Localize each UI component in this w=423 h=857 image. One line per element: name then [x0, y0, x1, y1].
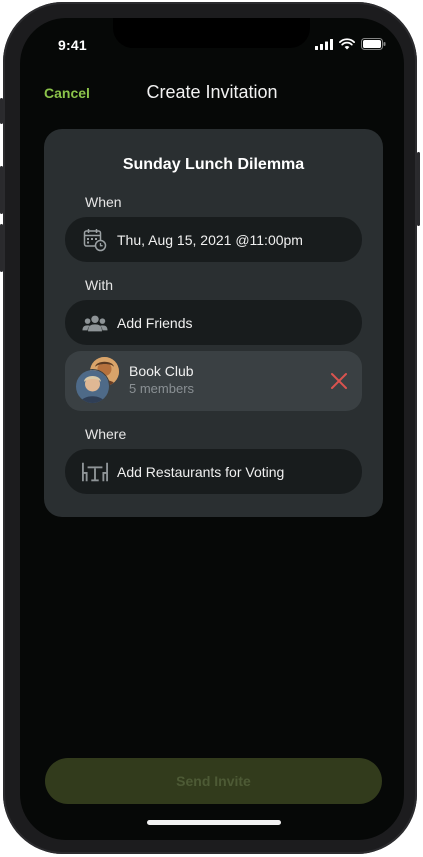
wifi-icon	[339, 38, 355, 50]
add-restaurants-label: Add Restaurants for Voting	[117, 463, 285, 480]
restaurant-table-icon	[82, 459, 108, 485]
people-icon	[82, 310, 108, 336]
group-member-count: 5 members	[129, 381, 195, 396]
power-button	[417, 152, 420, 226]
avatar	[75, 369, 110, 404]
volume-down-button	[0, 224, 3, 272]
date-time-value: Thu, Aug 15, 2021 @11:00pm	[117, 231, 303, 248]
notch	[113, 18, 310, 48]
calendar-clock-icon	[82, 227, 108, 253]
status-time: 9:41	[58, 37, 87, 53]
invitation-card: Sunday Lunch Dilemma When Thu, Aug 15, 2…	[44, 129, 383, 517]
mute-switch	[0, 98, 3, 124]
signal-icon	[315, 38, 333, 50]
screen: 9:41 Cancel Create Invitation Sunday Lun…	[20, 18, 404, 840]
group-name: Book Club	[129, 363, 194, 379]
where-label: Where	[85, 426, 127, 442]
home-indicator	[147, 820, 281, 825]
battery-icon	[361, 38, 386, 50]
with-label: With	[85, 277, 113, 293]
phone-frame: 9:41 Cancel Create Invitation Sunday Lun…	[0, 2, 420, 854]
when-label: When	[85, 194, 122, 210]
group-row-book-club[interactable]: Book Club 5 members	[65, 351, 362, 411]
date-time-field[interactable]: Thu, Aug 15, 2021 @11:00pm	[65, 217, 362, 262]
remove-group-button[interactable]	[329, 371, 349, 391]
page-title: Create Invitation	[146, 82, 278, 102]
send-invite-button[interactable]: Send Invite	[45, 758, 382, 804]
close-icon	[331, 373, 347, 389]
add-friends-label: Add Friends	[117, 314, 193, 331]
add-friends-button[interactable]: Add Friends	[65, 300, 362, 345]
status-icons	[315, 38, 386, 50]
volume-up-button	[0, 166, 3, 214]
invitation-title: Sunday Lunch Dilemma	[122, 156, 305, 173]
add-restaurants-button[interactable]: Add Restaurants for Voting	[65, 449, 362, 494]
